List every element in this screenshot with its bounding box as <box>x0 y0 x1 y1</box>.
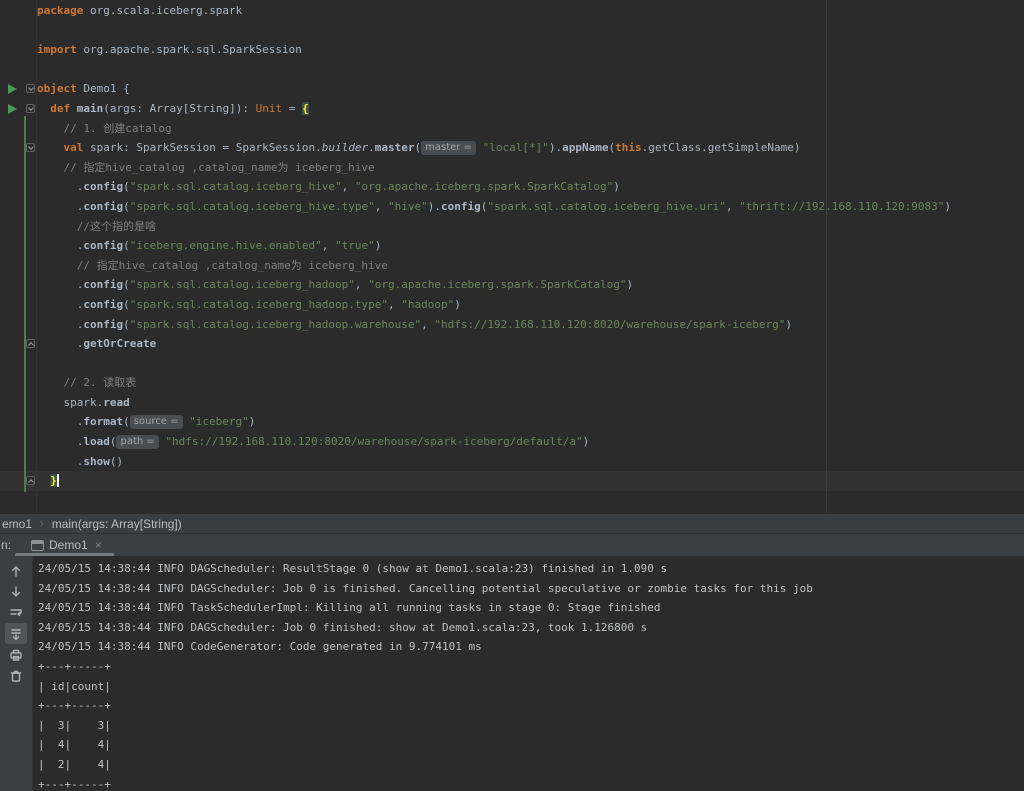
run-toolwindow-header: n: Demo1 × <box>0 533 1024 556</box>
run-console: 24/05/15 14:38:44 INFO DAGScheduler: Res… <box>0 556 1024 791</box>
fold-marker-icon[interactable] <box>26 104 35 113</box>
console-line: | 3| 3| <box>38 716 1024 736</box>
console-line: 24/05/15 14:38:44 INFO DAGScheduler: Job… <box>38 579 1024 599</box>
code-line[interactable]: // 1. 创建catalog <box>0 119 1024 139</box>
breadcrumb: emo1 › main(args: Array[String]) <box>0 513 1024 533</box>
tab-title: Demo1 <box>49 538 88 552</box>
console-line: | id|count| <box>38 677 1024 697</box>
console-output[interactable]: 24/05/15 14:38:44 INFO DAGScheduler: Res… <box>38 559 1024 791</box>
code-line[interactable]: .config("spark.sql.catalog.iceberg_hive"… <box>0 177 1024 197</box>
console-line: +---+-----+ <box>38 775 1024 791</box>
print-icon[interactable] <box>5 644 27 665</box>
close-icon[interactable]: × <box>95 538 102 552</box>
code-editor[interactable]: package org.scala.iceberg.spark import or… <box>0 0 1024 513</box>
console-line: 24/05/15 14:38:44 INFO TaskSchedulerImpl… <box>38 598 1024 618</box>
code-line[interactable]: .show() <box>0 452 1024 472</box>
scroll-up-icon[interactable] <box>5 560 27 581</box>
console-line: 24/05/15 14:38:44 INFO CodeGenerator: Co… <box>38 637 1024 657</box>
scroll-down-icon[interactable] <box>5 581 27 602</box>
run-icon[interactable] <box>8 84 17 94</box>
code-line[interactable]: .getOrCreate <box>0 334 1024 354</box>
scroll-to-end-icon[interactable] <box>5 623 27 644</box>
code-line[interactable]: import org.apache.spark.sql.SparkSession <box>0 40 1024 60</box>
code-line[interactable]: } <box>0 471 1024 491</box>
code-line[interactable]: .config("iceberg.engine.hive.enabled", "… <box>0 236 1024 256</box>
code-line[interactable]: //这个指的是啥 <box>0 217 1024 237</box>
breadcrumb-item[interactable]: emo1 <box>0 517 34 531</box>
console-line: +---+-----+ <box>38 657 1024 677</box>
code-line[interactable]: // 指定hive_catalog ,catalog_name为 iceberg… <box>0 158 1024 178</box>
console-line: 24/05/15 14:38:44 INFO DAGScheduler: Job… <box>38 618 1024 638</box>
code-line[interactable]: spark.read <box>0 393 1024 413</box>
console-icon <box>31 540 44 551</box>
code-line[interactable]: .config("spark.sql.catalog.iceberg_hive.… <box>0 197 1024 217</box>
console-line: | 2| 4| <box>38 755 1024 775</box>
fold-end-marker-icon[interactable] <box>26 476 35 485</box>
tab-demo1[interactable]: Demo1 × <box>25 534 108 556</box>
code-line[interactable]: // 2. 读取表 <box>0 373 1024 393</box>
code-line[interactable]: // 指定hive_catalog ,catalog_name为 iceberg… <box>0 256 1024 276</box>
text-caret <box>57 474 59 487</box>
console-line: 24/05/15 14:38:44 INFO DAGScheduler: Res… <box>38 559 1024 579</box>
code-line[interactable]: .load(path = "hdfs://192.168.110.120:802… <box>0 432 1024 452</box>
fold-marker-icon[interactable] <box>26 143 35 152</box>
code-line[interactable]: def main(args: Array[String]): Unit = { <box>0 99 1024 119</box>
code-line[interactable] <box>0 354 1024 374</box>
code-line[interactable]: object Demo1 { <box>0 79 1024 99</box>
fold-end-marker-icon[interactable] <box>26 339 35 348</box>
clear-all-icon[interactable] <box>5 665 27 686</box>
code-line[interactable]: .config("spark.sql.catalog.iceberg_hadoo… <box>0 295 1024 315</box>
breadcrumb-item[interactable]: main(args: Array[String]) <box>50 517 184 531</box>
code-line[interactable] <box>0 21 1024 41</box>
code-line[interactable]: .format(source = "iceberg") <box>0 412 1024 432</box>
code-line[interactable]: .config("spark.sql.catalog.iceberg_hadoo… <box>0 275 1024 295</box>
code-lines: package org.scala.iceberg.spark import or… <box>0 1 1024 491</box>
code-line[interactable]: val spark: SparkSession = SparkSession.b… <box>0 138 1024 158</box>
ide-window: package org.scala.iceberg.spark import or… <box>0 0 1024 791</box>
code-line[interactable] <box>0 60 1024 80</box>
code-line[interactable]: package org.scala.iceberg.spark <box>0 1 1024 21</box>
code-line[interactable]: .config("spark.sql.catalog.iceberg_hadoo… <box>0 315 1024 335</box>
console-line: +---+-----+ <box>38 696 1024 716</box>
fold-marker-icon[interactable] <box>26 84 35 93</box>
soft-wrap-icon[interactable] <box>5 602 27 623</box>
console-toolbar <box>0 556 33 791</box>
breadcrumb-separator-icon: › <box>40 518 44 530</box>
toolwindow-label: n: <box>1 538 11 552</box>
console-line: | 4| 4| <box>38 735 1024 755</box>
run-icon[interactable] <box>8 104 17 114</box>
